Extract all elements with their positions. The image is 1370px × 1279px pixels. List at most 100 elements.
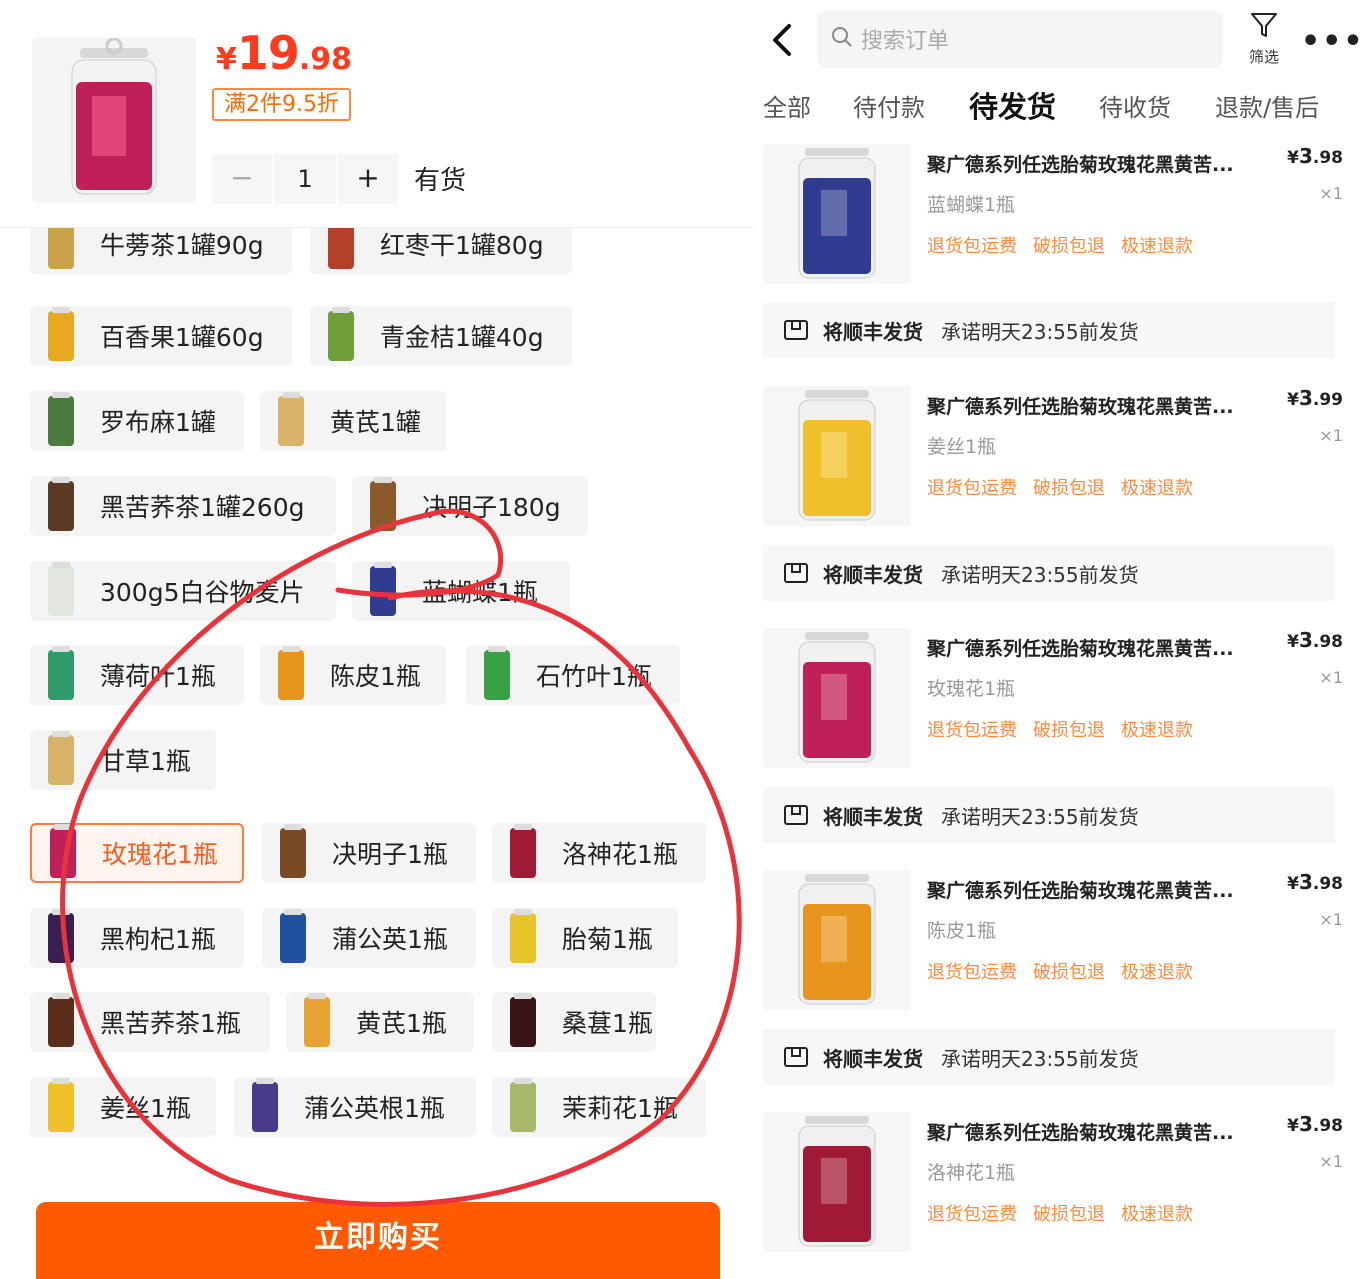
sku-option-label: 蒲公英1瓶 <box>332 925 448 954</box>
product-jar-icon <box>48 392 74 446</box>
order-price-integer: 3 <box>1298 386 1313 410</box>
quantity-input[interactable]: 1 <box>274 154 336 204</box>
sku-option-chip[interactable]: 青金桔1罐40g <box>310 306 572 366</box>
tab-0[interactable]: 全部 <box>763 88 811 123</box>
sku-option-chip[interactable]: 黑苦荞茶1瓶 <box>30 992 270 1052</box>
sku-option-chip[interactable]: 决明子1瓶 <box>262 823 476 883</box>
shipping-carrier: 将顺丰发货 <box>823 319 923 344</box>
order-quantity: ×1 <box>1319 426 1343 445</box>
order-product-thumbnail <box>763 386 911 526</box>
quantity-stepper: − 1 + <box>212 154 398 204</box>
product-jar-icon <box>48 731 74 785</box>
order-item[interactable]: 聚广德系列任选胎菊玫瑰花黑黄苦... 陈皮1瓶 退货包运费 破损包退 极速退款 ¥3.98… <box>763 870 1343 1010</box>
sku-option-chip[interactable]: 玫瑰花1瓶 <box>30 823 244 883</box>
sku-option-label: 蓝蝴蝶1瓶 <box>422 578 538 607</box>
order-price-decimal: .98 <box>1312 148 1343 168</box>
sku-option-label: 黑苦荞茶1罐260g <box>100 493 305 522</box>
sku-option-chip[interactable]: 胎菊1瓶 <box>492 908 678 968</box>
price: ¥19.98 <box>216 26 352 80</box>
tab-4[interactable]: 退款/售后 <box>1215 88 1319 123</box>
shipping-carrier: 将顺丰发货 <box>823 1046 923 1071</box>
order-product-thumbnail <box>763 870 911 1010</box>
product-jar-icon <box>510 1078 536 1132</box>
back-icon[interactable] <box>763 20 803 60</box>
sku-option-chip[interactable]: 茉莉花1瓶 <box>492 1077 706 1137</box>
more-icon[interactable]: ••• <box>1301 24 1365 59</box>
tab-2[interactable]: 待发货 <box>969 84 1056 126</box>
sku-option-label: 黑枸杞1瓶 <box>100 925 216 954</box>
sku-option-chip[interactable]: 陈皮1瓶 <box>260 645 446 705</box>
sku-option-chip[interactable]: 百香果1罐60g <box>30 306 292 366</box>
service-tag: 破损包退 <box>1033 962 1105 983</box>
order-quantity: ×1 <box>1319 668 1343 687</box>
order-item[interactable]: 聚广德系列任选胎菊玫瑰花黑黄苦... 姜丝1瓶 退货包运费 破损包退 极速退款 ¥3.99… <box>763 386 1343 526</box>
order-item[interactable]: 聚广德系列任选胎菊玫瑰花黑黄苦... 洛神花1瓶 退货包运费 破损包退 极速退款 ¥3.9… <box>763 1112 1343 1252</box>
quantity-plus-button[interactable]: + <box>338 154 398 204</box>
order-price-currency: ¥ <box>1287 390 1299 410</box>
order-price-integer: 3 <box>1298 1112 1313 1136</box>
product-jar-icon <box>48 307 74 361</box>
sku-option-chip[interactable]: 洛神花1瓶 <box>492 823 706 883</box>
shipping-notice-bar: 将顺丰发货 承诺明天23:55前发货 <box>763 1029 1335 1085</box>
product-jar-icon <box>370 562 396 616</box>
order-price-currency: ¥ <box>1287 632 1299 652</box>
order-price: ¥3.98 <box>1287 1112 1343 1136</box>
service-tag: 退货包运费 <box>927 962 1017 983</box>
service-tag: 退货包运费 <box>927 236 1017 257</box>
sku-option-label: 牛蒡茶1罐90g <box>100 231 264 260</box>
promo-badge: 满2件9.5折 <box>212 88 351 121</box>
buy-now-button[interactable]: 立即购买 <box>36 1202 720 1279</box>
sku-option-chip[interactable]: 罗布麻1罐 <box>30 391 244 451</box>
tab-1[interactable]: 待付款 <box>853 88 925 123</box>
order-product-thumbnail <box>763 144 911 284</box>
order-quantity: ×1 <box>1319 184 1343 203</box>
shipping-promise: 承诺明天23:55前发货 <box>941 1046 1139 1071</box>
order-service-tags: 退货包运费 破损包退 极速退款 <box>927 1200 1193 1226</box>
service-tag: 破损包退 <box>1033 720 1105 741</box>
product-jar-icon <box>280 824 306 878</box>
sku-option-chip[interactable]: 300g5白谷物麦片 <box>30 561 336 621</box>
sku-option-label: 陈皮1瓶 <box>330 662 421 691</box>
sku-option-chip[interactable]: 黑苦荞茶1罐260g <box>30 476 336 536</box>
sku-option-chip[interactable]: 黑枸杞1瓶 <box>30 908 244 968</box>
shipping-promise: 承诺明天23:55前发货 <box>941 319 1139 344</box>
order-price-decimal: .98 <box>1312 632 1343 652</box>
order-price-decimal: .98 <box>1312 874 1343 894</box>
filter-button[interactable]: 筛选 <box>1239 10 1289 67</box>
sku-option-chip[interactable]: 蒲公英根1瓶 <box>234 1077 476 1137</box>
search-input[interactable]: 搜索订单 <box>817 10 1223 68</box>
sku-option-chip[interactable]: 石竹叶1瓶 <box>466 645 680 705</box>
order-quantity: ×1 <box>1319 1152 1343 1171</box>
sku-option-label: 决明子180g <box>422 493 561 522</box>
sku-option-chip[interactable]: 决明子180g <box>352 476 588 536</box>
shipping-notice-bar: 将顺丰发货 承诺明天23:55前发货 <box>763 787 1335 843</box>
tab-3[interactable]: 待收货 <box>1099 88 1171 123</box>
sku-option-chip[interactable]: 桑葚1瓶 <box>492 992 656 1052</box>
product-jar-icon <box>48 646 74 700</box>
shipping-notice-bar: 将顺丰发货 承诺明天23:55前发货 <box>763 302 1335 358</box>
sku-option-chip[interactable]: 蒲公英1瓶 <box>262 908 476 968</box>
sku-option-chip[interactable]: 薄荷叶1瓶 <box>30 645 244 705</box>
order-list-panel: 搜索订单 筛选 ••• 全部 待付款 待发货 待收货 退款/售后 聚广德系列任选胎菊玫瑰… <box>755 0 1370 1279</box>
order-sku: 玫瑰花1瓶 <box>927 678 1016 700</box>
sku-option-chip[interactable]: 蓝蝴蝶1瓶 <box>352 561 570 621</box>
order-price: ¥3.98 <box>1287 870 1343 894</box>
product-jar-icon <box>278 646 304 700</box>
sku-option-chip[interactable]: 甘草1瓶 <box>30 730 216 790</box>
sku-option-label: 黑苦荞茶1瓶 <box>100 1009 241 1038</box>
order-item[interactable]: 聚广德系列任选胎菊玫瑰花黑黄苦... 蓝蝴蝶1瓶 退货包运费 破损包退 极速退款 ¥3.9… <box>763 144 1343 284</box>
order-price-currency: ¥ <box>1287 148 1299 168</box>
sku-option-chip[interactable]: 黄芪1瓶 <box>286 992 474 1052</box>
sku-option-chip[interactable]: 黄芪1罐 <box>260 391 446 451</box>
package-icon <box>783 561 809 585</box>
product-jar-icon <box>48 993 74 1047</box>
order-service-tags: 退货包运费 破损包退 极速退款 <box>927 232 1193 258</box>
order-price-currency: ¥ <box>1287 874 1299 894</box>
service-tag: 退货包运费 <box>927 478 1017 499</box>
quantity-minus-button[interactable]: − <box>212 154 272 204</box>
order-product-thumbnail <box>763 628 911 768</box>
shipping-carrier: 将顺丰发货 <box>823 804 923 829</box>
sku-option-chip[interactable]: 姜丝1瓶 <box>30 1077 216 1137</box>
order-item[interactable]: 聚广德系列任选胎菊玫瑰花黑黄苦... 玫瑰花1瓶 退货包运费 破损包退 极速退款 ¥3.9… <box>763 628 1343 768</box>
product-thumbnail <box>32 37 196 202</box>
